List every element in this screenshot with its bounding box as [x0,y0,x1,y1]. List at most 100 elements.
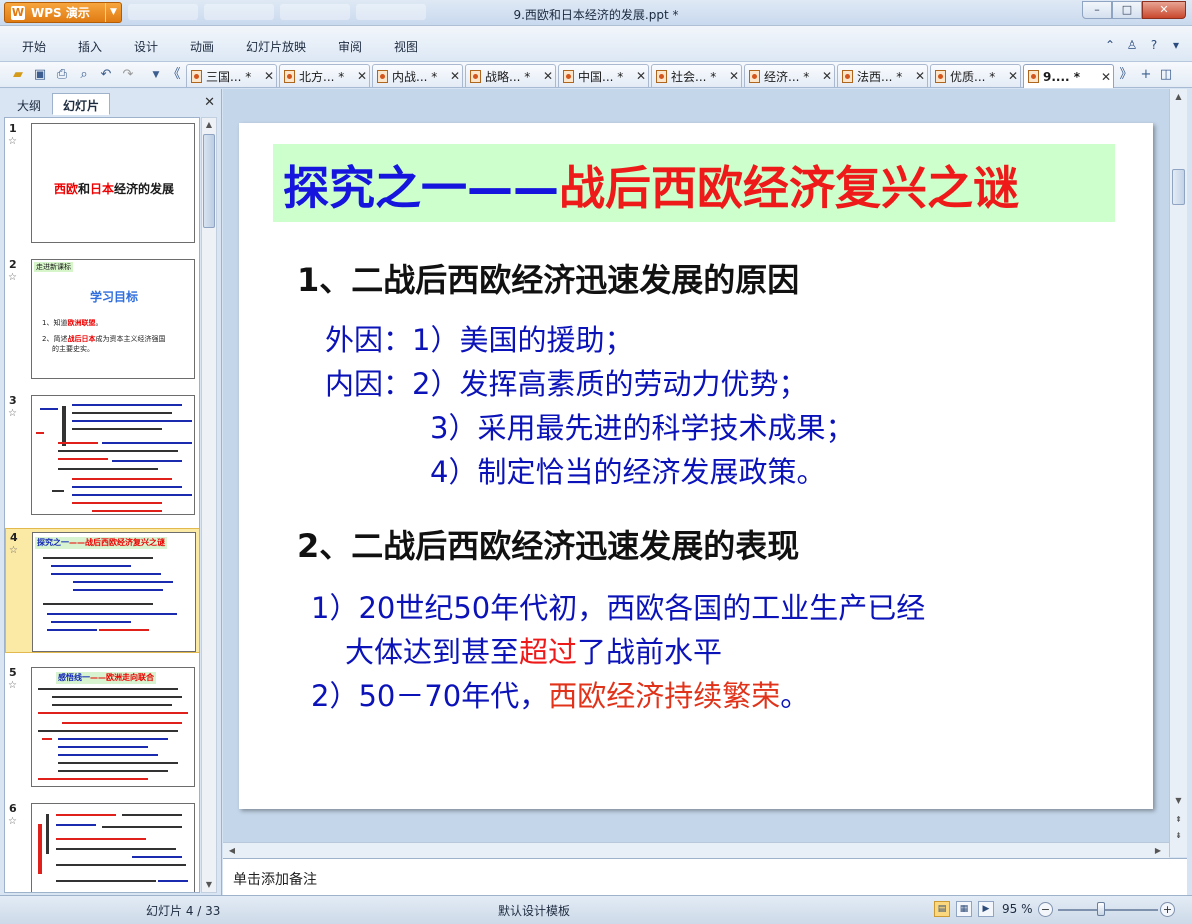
close-tab-icon[interactable]: ✕ [355,69,369,83]
zoom-slider-knob[interactable] [1097,902,1105,916]
close-tab-icon[interactable]: ✕ [727,69,741,83]
menu-start[interactable]: 开始 [22,38,46,55]
tab-outline[interactable]: 大纲 [6,93,52,115]
maximize-button[interactable]: □ [1112,1,1142,19]
doc-tab[interactable]: 三国... * ✕ [186,64,277,87]
doc-tab[interactable]: 经济... * ✕ [744,64,835,87]
animation-star-icon: ☆ [8,680,17,691]
scroll-left-icon[interactable]: ◀ [225,843,239,859]
scrollbar-thumb[interactable] [1172,169,1185,205]
ppt-file-icon [284,69,295,83]
scroll-down-icon[interactable]: ▼ [1170,793,1187,809]
menu-review[interactable]: 审阅 [338,38,362,55]
heading-manifestations: 2、二战后西欧经济迅速发展的表现 [297,527,800,565]
slide-thumbnail-1[interactable]: 1 ☆ 西欧和日本经济的发展 [5,120,199,245]
doc-tab[interactable]: 内战... * ✕ [372,64,463,87]
skin-shirt-icon[interactable]: ♙ [1124,38,1140,54]
animation-star-icon: ☆ [9,545,18,556]
doc-tab[interactable]: 中国... * ✕ [558,64,649,87]
heading-reasons: 1、二战后西欧经济迅速发展的原因 [297,261,800,299]
close-tab-icon[interactable]: ✕ [820,69,834,83]
ribbon-collapse-icon[interactable]: ▾ [1168,38,1184,54]
previous-slide-icon[interactable]: ⇞ [1172,813,1185,827]
close-pane-icon[interactable]: ✕ [204,95,215,110]
notes-pane[interactable]: 单击添加备注 [223,858,1187,895]
save-icon[interactable]: ▣ [32,67,48,83]
ppt-file-icon [470,69,481,83]
horizontal-scrollbar[interactable]: ◀ ▶ [223,842,1169,858]
scroll-up-icon[interactable]: ▲ [202,118,216,132]
menu-view[interactable]: 视图 [394,38,418,55]
toolbar-dropdown-icon[interactable]: ▼ [148,67,164,83]
up-arrow-icon[interactable]: ⌃ [1102,38,1118,54]
slide-thumbnail-6[interactable]: 6 ☆ [5,800,199,892]
doc-tab[interactable]: 社会... * ✕ [651,64,742,87]
tab-menu-icon[interactable]: ◫ [1158,67,1174,83]
animation-star-icon: ☆ [8,136,17,147]
ppt-file-icon [749,69,760,83]
slide-title-box[interactable]: 探究之一——战后西欧经济复兴之谜 [273,144,1115,222]
slides-pane-scrollbar[interactable]: ▲ ▼ [201,117,217,893]
print-preview-icon[interactable]: ⌕ [76,67,92,83]
doc-tab[interactable]: 北方... * ✕ [279,64,370,87]
status-bar: 幻灯片 4 / 33 默认设计模板 ▤ ▦ ▶ 95 % − + [0,895,1192,924]
close-tab-icon[interactable]: ✕ [448,69,462,83]
slideshow-icon[interactable]: ▶ [978,901,994,917]
window-title: 9.西欧和日本经济的发展.ppt * [513,8,679,22]
ppt-file-icon [191,69,202,83]
close-tab-icon[interactable]: ✕ [1006,69,1020,83]
vertical-scrollbar[interactable]: ▲ ▼ ⇞ ⇟ [1169,89,1187,857]
menu-design[interactable]: 设计 [134,38,158,55]
slide-thumbnail-5[interactable]: 5 ☆ 感悟线一——欧洲走向联合 [5,664,199,789]
tabs-scroll-left-icon[interactable]: 《 [166,67,182,83]
ppt-file-icon [1028,70,1039,83]
current-slide[interactable]: 探究之一——战后西欧经济复兴之谜 1、二战后西欧经济迅速发展的原因 外因：1）美… [239,123,1153,809]
help-icon[interactable]: ? [1146,38,1162,54]
menu-insert[interactable]: 插入 [78,38,102,55]
close-tab-icon[interactable]: ✕ [634,69,648,83]
close-tab-icon[interactable]: ✕ [262,69,276,83]
slide-editing-area: 探究之一——战后西欧经济复兴之谜 1、二战后西欧经济迅速发展的原因 外因：1）美… [223,89,1169,842]
print-icon[interactable]: ⎙ [54,67,70,83]
zoom-out-button[interactable]: − [1038,902,1053,917]
doc-tab[interactable]: 优质... * ✕ [930,64,1021,87]
tabs-scroll-right-icon[interactable]: 》 [1118,67,1134,83]
scroll-up-icon[interactable]: ▲ [1170,89,1187,105]
slides-pane: 大纲 幻灯片 ✕ 1 ☆ 西欧和日本经济的发展 2 ☆ 走进新课标 学习目标 1… [0,89,222,895]
ppt-file-icon [842,69,853,83]
normal-view-icon[interactable]: ▤ [934,901,950,917]
scroll-right-icon[interactable]: ▶ [1151,843,1165,859]
close-window-button[interactable]: ✕ [1142,1,1186,19]
scroll-down-icon[interactable]: ▼ [202,878,216,892]
notes-placeholder: 单击添加备注 [233,872,317,888]
doc-tab-active[interactable]: 9.... * ✕ [1023,64,1114,88]
menu-slideshow[interactable]: 幻灯片放映 [246,38,306,55]
slide-thumbnail-3[interactable]: 3 ☆ [5,392,199,517]
scrollbar-thumb[interactable] [203,134,215,228]
slide-thumbnail-4-selected[interactable]: 4 ☆ 探究之一——战后西欧经济复兴之谜 [5,528,199,653]
doc-tab[interactable]: 法西... * ✕ [837,64,928,87]
slide-sorter-icon[interactable]: ▦ [956,901,972,917]
open-folder-icon[interactable]: ▰ [10,67,26,83]
close-tab-icon[interactable]: ✕ [541,69,555,83]
animation-star-icon: ☆ [8,272,17,283]
menu-animation[interactable]: 动画 [190,38,214,55]
slide-title: 探究之一——战后西欧经济复兴之谜 [283,161,1019,215]
new-tab-icon[interactable]: + [1138,67,1154,83]
ppt-file-icon [563,69,574,83]
minimize-button[interactable]: – [1082,1,1112,19]
manifestation-2: 2）50－70年代，西欧经济持续繁荣。 [311,679,810,713]
doc-tab[interactable]: 战略... * ✕ [465,64,556,87]
redo-icon[interactable]: ↷ [120,67,136,83]
thumb-diagram [31,395,195,515]
zoom-in-button[interactable]: + [1160,902,1175,917]
tab-slides[interactable]: 幻灯片 [52,93,111,115]
zoom-slider[interactable] [1058,909,1158,911]
slide-thumbnail-2[interactable]: 2 ☆ 走进新课标 学习目标 1、知道欧洲联盟。 2、简述战后日本成为资本主义经… [5,256,199,381]
slide-position: 幻灯片 4 / 33 [146,904,221,918]
close-tab-icon[interactable]: ✕ [1099,70,1113,84]
next-slide-icon[interactable]: ⇟ [1172,829,1185,843]
undo-icon[interactable]: ↶ [98,67,114,83]
close-tab-icon[interactable]: ✕ [913,69,927,83]
design-template[interactable]: 默认设计模板 [498,902,570,919]
